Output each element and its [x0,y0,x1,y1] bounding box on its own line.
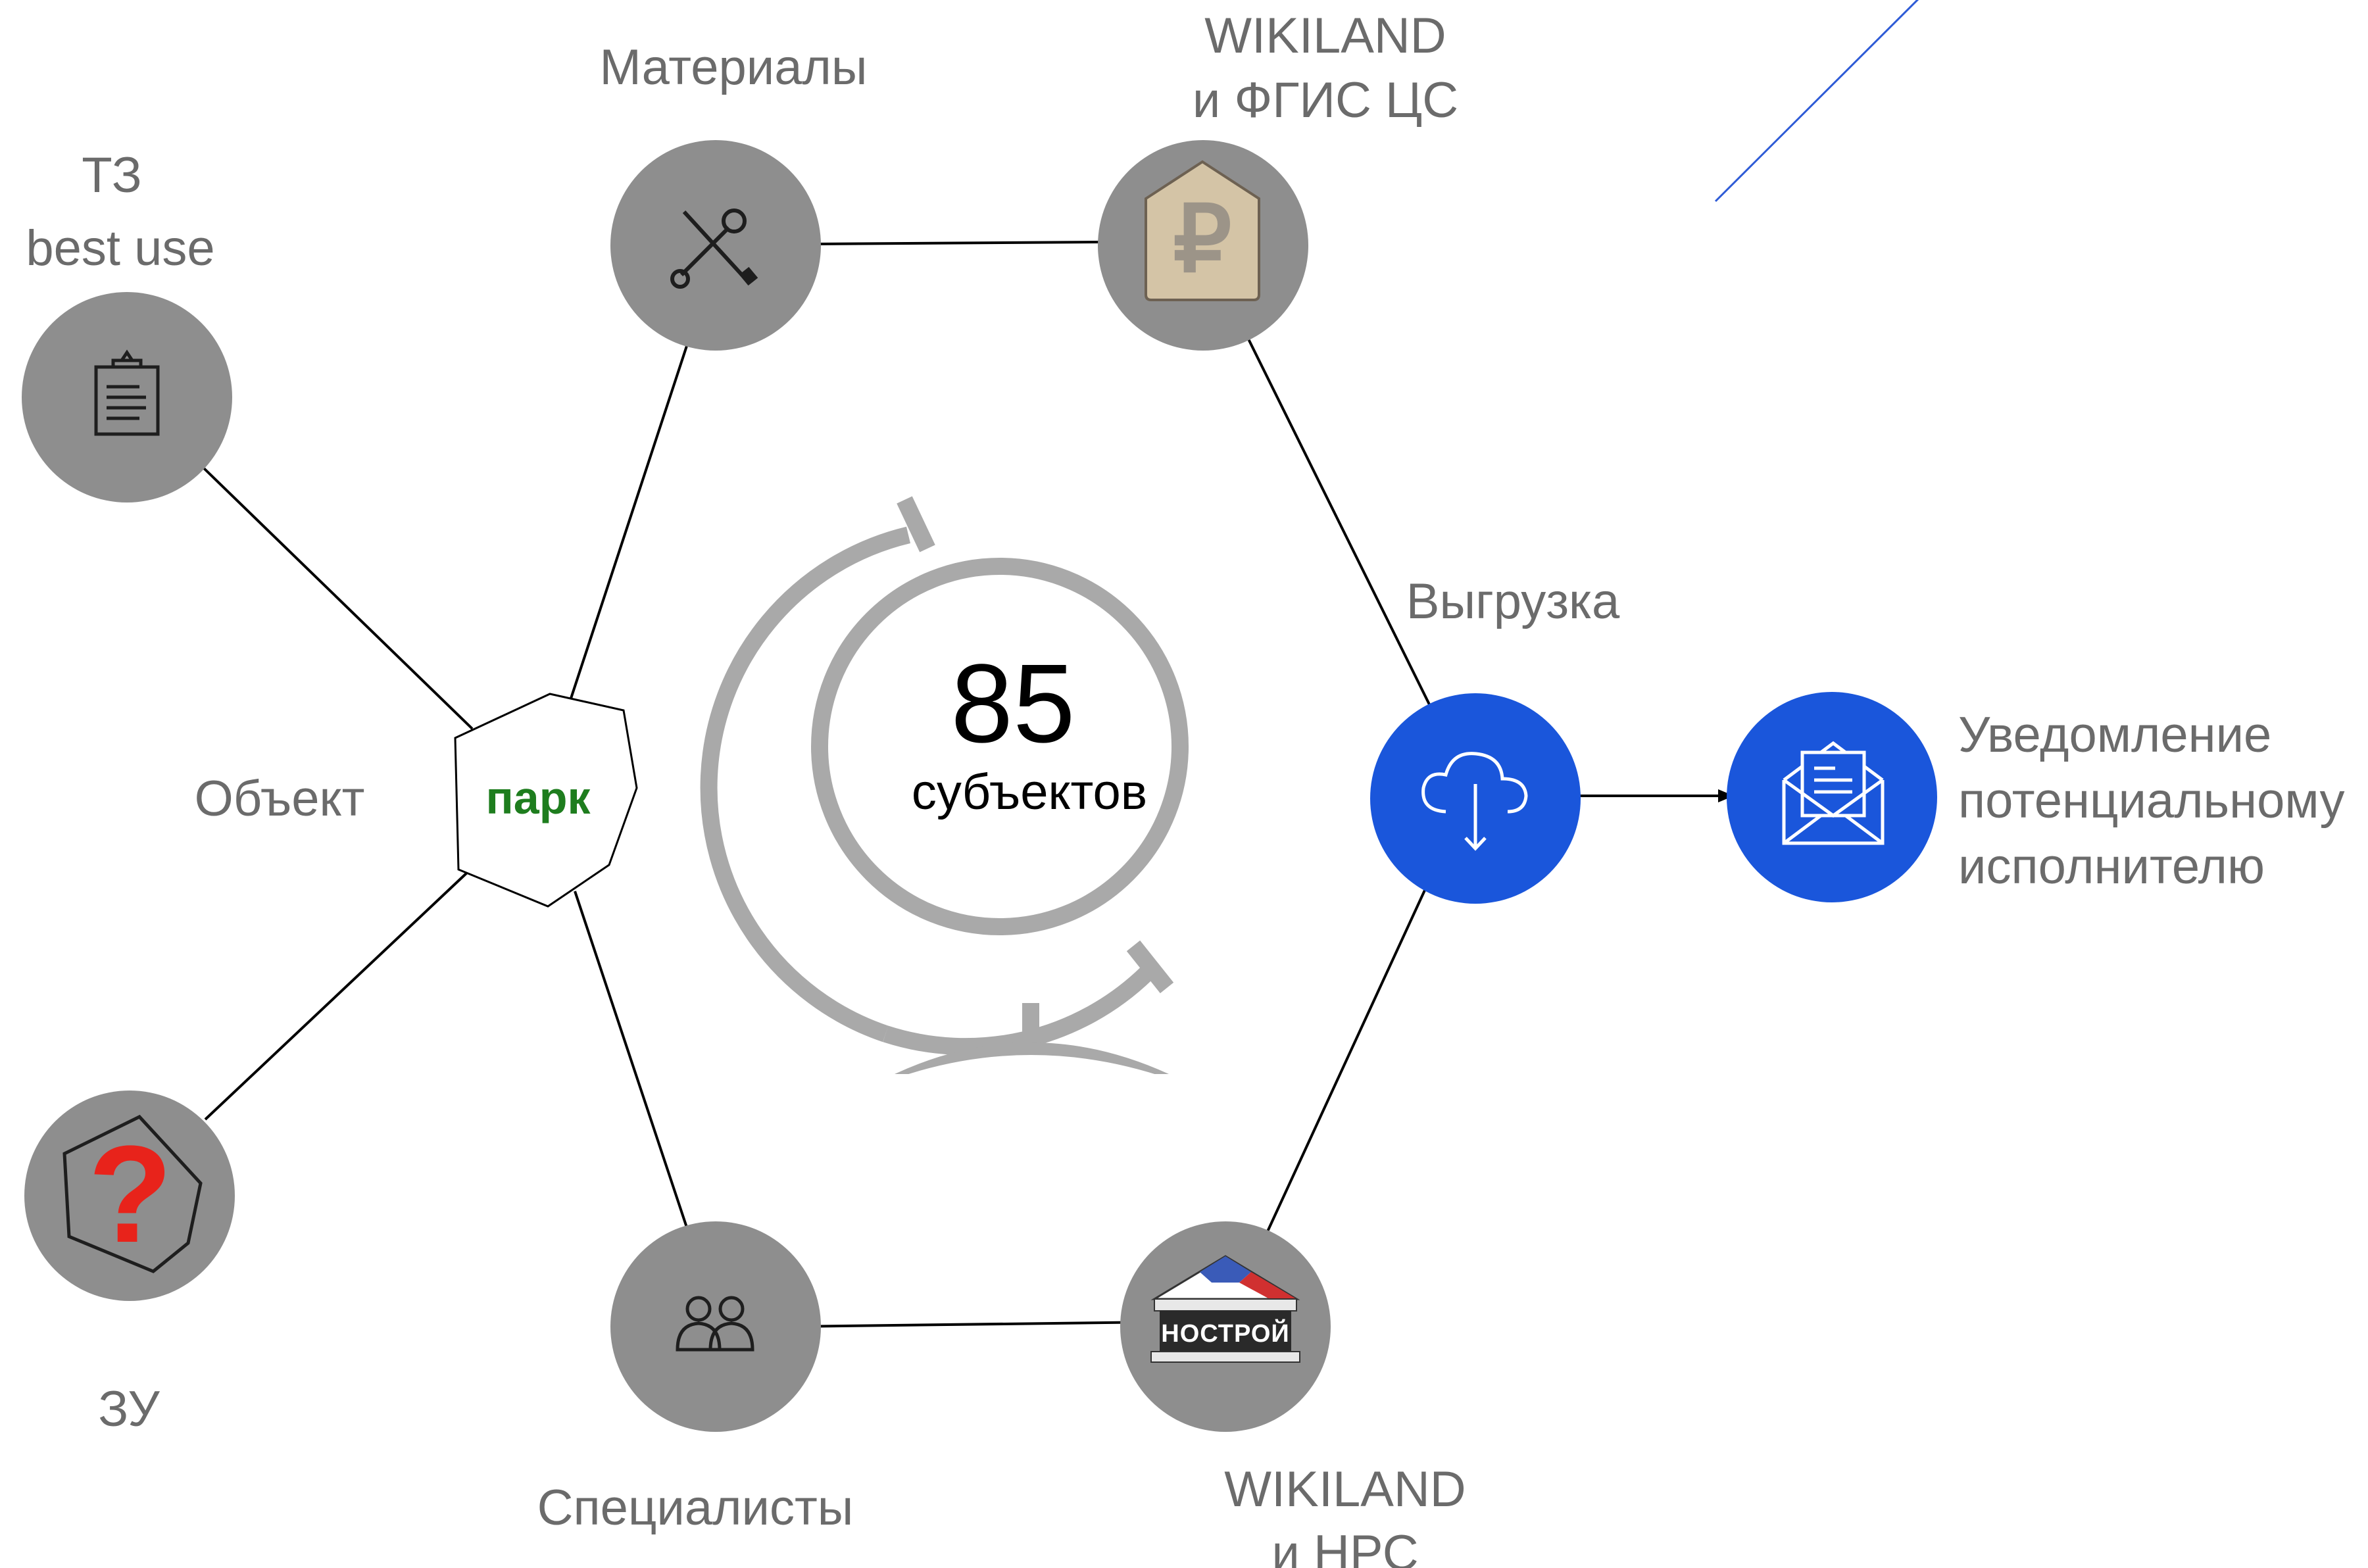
globe-caption: субъектов [912,764,1147,820]
node-tz[interactable] [22,292,232,502]
node-notify[interactable] [1727,692,1937,902]
edge-tz-object [203,467,474,730]
object-center-text: парк [485,772,591,823]
edge-object-specialists [574,891,688,1228]
materials-label: Материалы [600,39,868,95]
edge-fgis-upload [1227,299,1463,770]
node-object[interactable]: парк [454,693,638,908]
ruble-symbol: ₽ [1173,187,1231,291]
node-materials[interactable] [610,140,821,351]
node-wikiland-nrs[interactable]: НОСТРОЙ [1120,1221,1331,1432]
notify-label-line1: Уведомление [1958,707,2271,763]
wikiland-fgis-label-line1: WIKILAND [1204,8,1446,64]
edge-object-zu [204,870,470,1121]
nostroy-text: НОСТРОЙ [1161,1318,1289,1348]
object-label: Объект [195,771,365,827]
node-upload[interactable] [1370,693,1581,904]
tz-label-line1: ТЗ [82,147,141,203]
question-icon: ? [88,1117,172,1271]
wikiland-fgis-label-line2: и ФГИС ЦС [1193,72,1458,128]
upload-label: Выгрузка [1406,574,1620,629]
decorative-line [1714,0,1919,203]
notify-label-line3: исполнителю [1958,839,2265,894]
edge-object-materials [566,345,688,711]
zu-label: ЗУ [98,1381,160,1437]
globe-number: 85 [950,641,1075,766]
node-wikiland-fgis[interactable]: ₽ [1098,140,1308,351]
specialists-label: Специалисты [537,1480,854,1536]
node-zu[interactable]: ? [24,1090,235,1301]
wikiland-nrs-label-line1: WIKILAND [1224,1461,1466,1517]
notify-label-line2: потенциальному [1958,773,2344,829]
wikiland-nrs-label-line2: и НРС [1271,1525,1418,1568]
diagram-canvas: 85 субъектов ТЗ best use Материалы ₽ WIK… [22,0,2344,1568]
tz-label-line2: best use [26,220,214,276]
node-specialists[interactable] [610,1221,821,1432]
